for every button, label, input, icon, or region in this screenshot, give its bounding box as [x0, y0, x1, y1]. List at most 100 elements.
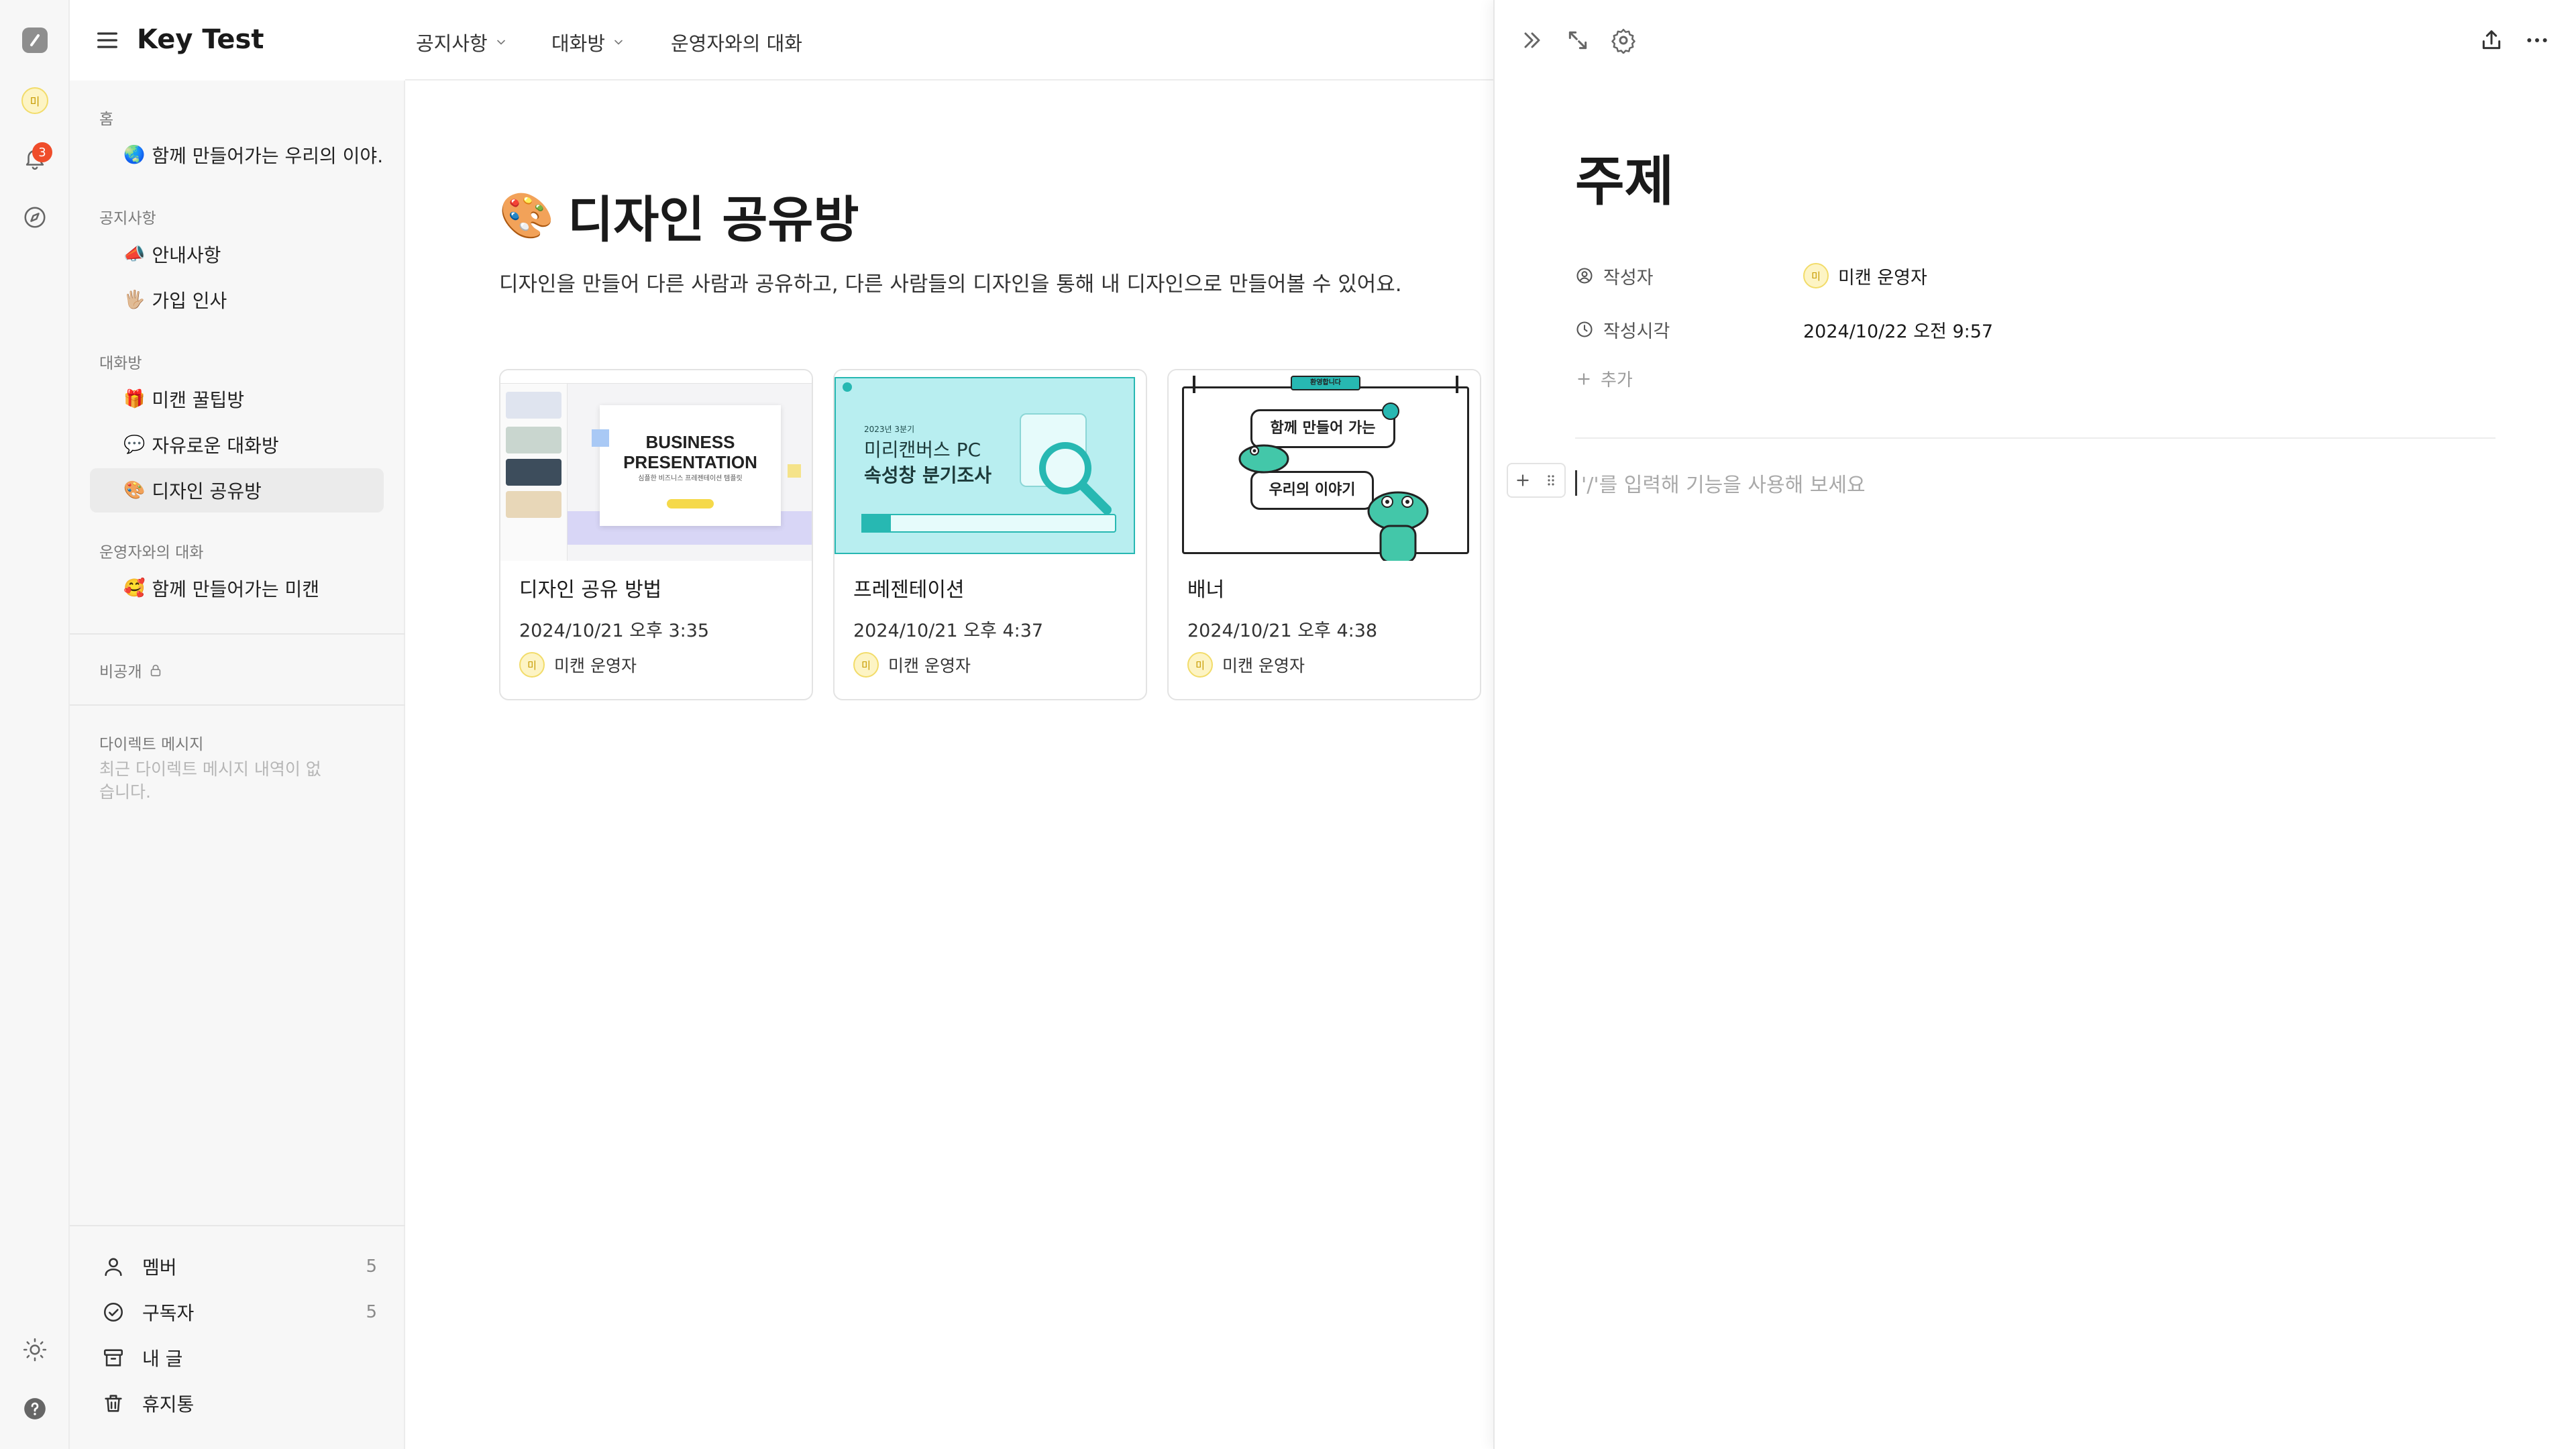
created-at-value: 2024/10/22 오전 9:57: [1803, 321, 1994, 342]
direct-message-empty-text: 최근 다이렉트 메시지 내역이 없습니다.: [99, 759, 321, 802]
sidebar-item-design-share[interactable]: 🎨 디자인 공유방: [90, 468, 384, 513]
chevron-down-icon: [496, 40, 505, 45]
sidebar-item-label: 함께 만들어가는 미캔: [152, 578, 320, 600]
share-icon[interactable]: [2478, 27, 2505, 54]
trash-icon: [105, 1395, 122, 1412]
post-date: 2024/10/21 오후 4:37: [853, 621, 1044, 641]
thumbnail-subheading: 속성창 분기조사: [864, 464, 992, 486]
post-author-name: 미캔 운영자: [554, 656, 637, 676]
crocodile-icon: [1367, 491, 1429, 561]
sidebar-item-greeting[interactable]: 🖐🏼 가입 인사: [90, 278, 384, 322]
property-label: 작성시각: [1575, 317, 1803, 343]
post-detail-panel: 주제 작성자 미 미캔 운영자 작성시각 2024/10/22 오전 9:57 …: [1493, 0, 2576, 1449]
sidebar-item-label: 디자인 공유방: [152, 480, 262, 502]
sidebar-item-label: 안내사항: [152, 244, 221, 266]
post-thumbnail: 환영합니다 함께 만들어 가는 우리의 이야기: [1169, 370, 1480, 561]
top-bar: Key Test 공지사항 대화방 운영자와의 대화: [70, 0, 1495, 80]
sidebar-item-tips[interactable]: 🎁 미캔 꿀팁방: [90, 377, 384, 421]
menu-icon[interactable]: [94, 27, 121, 54]
post-author: 미 미캔 운영자: [519, 652, 637, 678]
user-circle-icon: [1576, 268, 1593, 284]
sidebar-item-guide[interactable]: 📣 안내사항: [90, 232, 384, 276]
post-thumbnail: 2023년 3분기 미리캔버스 PC 속성창 분기조사: [835, 370, 1146, 561]
avatar: 미: [1187, 652, 1213, 678]
sidebar-item-label: 가입 인사: [152, 290, 227, 312]
globe-icon: 🌏: [123, 145, 146, 165]
check-circle-icon: [103, 1302, 123, 1322]
hand-icon: 🖐🏼: [123, 290, 146, 310]
nav-notice[interactable]: 공지사항: [416, 28, 508, 56]
divider: [70, 1225, 405, 1226]
crocodile-icon: [1238, 444, 1289, 474]
post-author-name: 미캔 운영자: [888, 656, 971, 676]
plus-icon: [1578, 372, 1590, 385]
sidebar-members[interactable]: 멤버 5: [102, 1246, 377, 1287]
more-icon[interactable]: [2524, 27, 2551, 54]
sidebar-subscribers[interactable]: 구독자 5: [102, 1292, 377, 1332]
thumbnail-caption: 심플한 비즈니스 프레젠테이션 템플릿: [638, 475, 743, 482]
sidebar-my-posts[interactable]: 내 글: [102, 1338, 377, 1378]
property-label: 작성자: [1575, 263, 1803, 289]
gift-icon: 🎁: [123, 389, 146, 409]
private-label: 비공개: [99, 663, 142, 681]
sidebar-item-label: 미캔 꿀팁방: [152, 389, 245, 411]
post-card[interactable]: 2023년 3분기 미리캔버스 PC 속성창 분기조사 프레젠테이션 2024/…: [833, 369, 1147, 700]
app-logo-icon: [22, 28, 48, 53]
subscribers-count: 5: [366, 1302, 377, 1322]
post-title: 프레젠테이션: [853, 578, 965, 602]
post-card[interactable]: BUSINESS PRESENTATION 심플한 비즈니스 프레젠테이션 템플…: [499, 369, 813, 700]
page-title-text: 디자인 공유방: [568, 191, 859, 249]
person-icon: [105, 1258, 122, 1277]
avatar: 미: [519, 652, 545, 678]
members-count: 5: [366, 1256, 377, 1277]
explore-button[interactable]: [15, 197, 55, 237]
nav-chat-label: 대화방: [551, 32, 606, 55]
post-thumbnail: BUSINESS PRESENTATION 심플한 비즈니스 프레젠테이션 템플…: [500, 370, 812, 561]
private-section-toggle[interactable]: 비공개: [99, 659, 163, 682]
gear-icon[interactable]: [1610, 27, 1637, 54]
sidebar-item-free-chat[interactable]: 💬 자유로운 대화방: [90, 423, 384, 467]
nav-chat[interactable]: 대화방: [551, 28, 625, 56]
post-author: 미 미캔 운영자: [1187, 652, 1305, 678]
property-value[interactable]: 미 미캔 운영자: [1803, 263, 1927, 289]
add-property-button[interactable]: 추가: [1575, 366, 1633, 391]
profile-button[interactable]: 미: [15, 80, 55, 121]
avatar: 미: [21, 87, 48, 114]
close-panel-icon[interactable]: [1519, 27, 1546, 54]
sidebar-section-chat: 대화방: [99, 355, 142, 372]
post-date: 2024/10/21 오후 3:35: [519, 621, 710, 641]
compass-icon: [24, 207, 46, 228]
sidebar-trash[interactable]: 휴지통: [102, 1383, 377, 1424]
sidebar-item-home-story[interactable]: 🌏 함께 만들어가는 우리의 이야...: [90, 133, 384, 177]
help-button[interactable]: [15, 1389, 55, 1429]
sun-icon: [23, 1338, 47, 1362]
drag-handle-icon[interactable]: [1543, 472, 1559, 488]
notifications-button[interactable]: 3: [15, 138, 55, 178]
post-author-name: 미캔 운영자: [1222, 656, 1305, 676]
members-label: 멤버: [142, 1256, 177, 1279]
property-label-text: 작성시각: [1603, 321, 1670, 342]
text-caret: [1575, 470, 1577, 496]
page-title: 🎨 디자인 공유방: [499, 180, 859, 252]
post-title[interactable]: 주제: [1575, 138, 1674, 216]
workspace-header: Key Test: [70, 0, 405, 80]
smiling-face-icon: 🥰: [123, 578, 146, 598]
editor-input[interactable]: '/'를 입력해 기능을 사용해 보세요: [1575, 468, 1866, 498]
sidebar-item-operator-chat[interactable]: 🥰 함께 만들어가는 미캔: [90, 566, 384, 610]
notification-badge: 3: [32, 142, 52, 162]
divider: [70, 704, 405, 706]
author-name: 미캔 운영자: [1838, 267, 1927, 288]
sidebar-section-notice: 공지사항: [99, 210, 156, 227]
add-block-icon[interactable]: [1514, 472, 1532, 489]
subscribers-label: 구독자: [142, 1302, 195, 1324]
post-card[interactable]: 환영합니다 함께 만들어 가는 우리의 이야기 배너 2024/10/21 오후…: [1167, 369, 1481, 700]
nav-operator-label: 운영자와의 대화: [671, 32, 802, 55]
nav-operator[interactable]: 운영자와의 대화: [671, 28, 802, 56]
app-logo-button[interactable]: [15, 20, 55, 60]
property-author: 작성자 미 미캔 운영자: [1575, 259, 2447, 292]
theme-toggle-button[interactable]: [15, 1330, 55, 1370]
palette-icon: 🎨: [499, 189, 555, 241]
expand-icon[interactable]: [1564, 27, 1591, 54]
archive-icon: [103, 1349, 123, 1366]
direct-message-label: 다이렉트 메시지: [99, 736, 204, 753]
